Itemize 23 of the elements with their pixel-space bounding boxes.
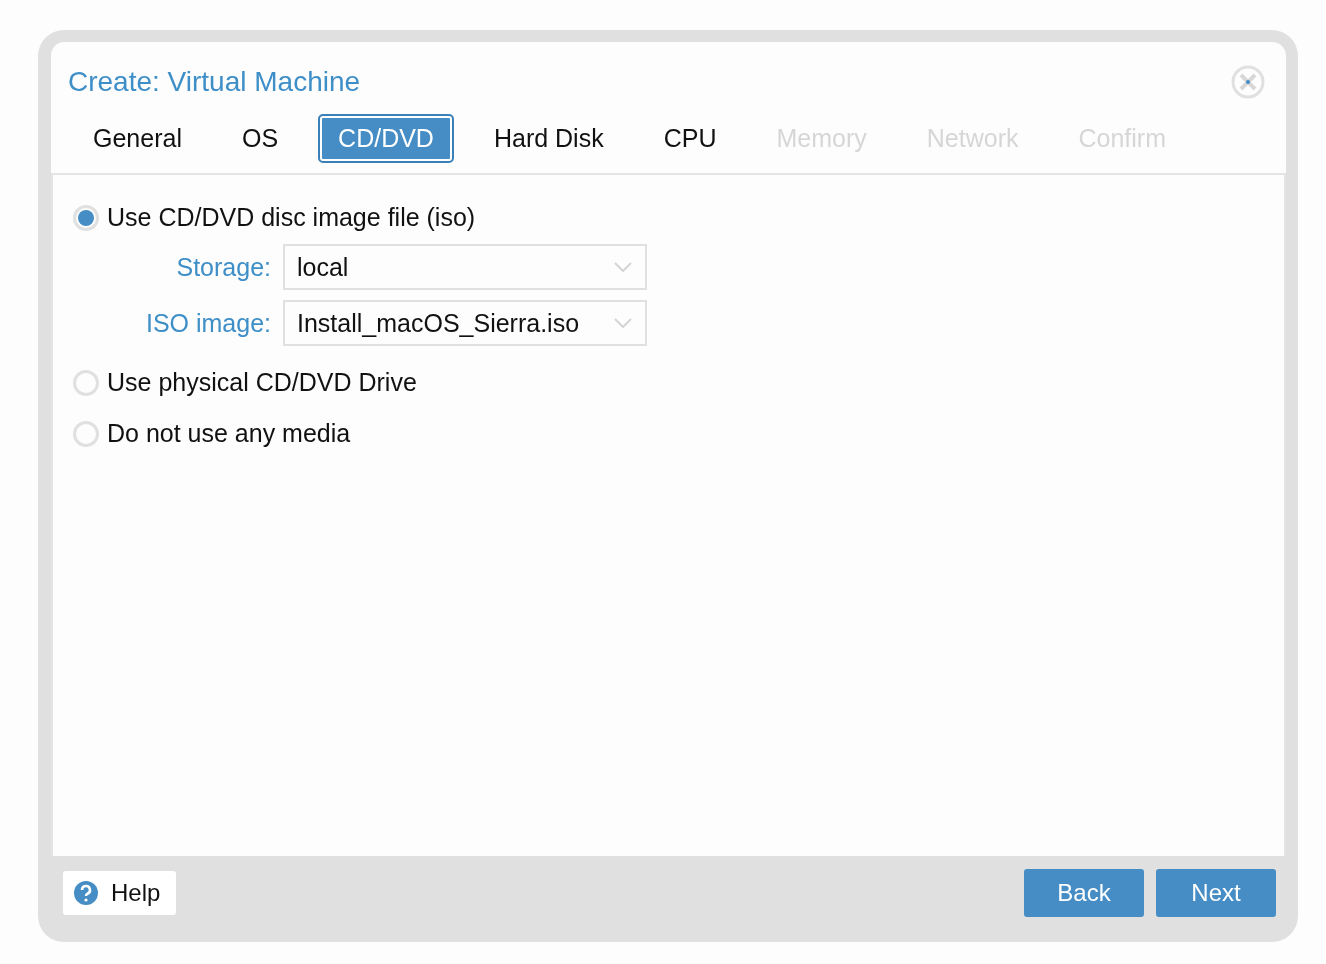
window-title: Create: Virtual Machine bbox=[68, 66, 361, 98]
field-label: ISO image: bbox=[144, 308, 271, 338]
chevron-down-icon bbox=[613, 261, 633, 273]
close-icon[interactable] bbox=[1230, 64, 1266, 100]
tab[interactable]: CPU bbox=[645, 116, 735, 161]
help-icon bbox=[73, 880, 99, 906]
nav-button[interactable]: Back bbox=[1024, 869, 1144, 917]
field-label: Storage: bbox=[175, 252, 271, 282]
tab[interactable]: Hard Disk bbox=[475, 116, 622, 161]
option-label[interactable]: Use physical CD/DVD Drive bbox=[107, 368, 417, 397]
select-field[interactable]: local bbox=[283, 244, 647, 290]
radio-button[interactable] bbox=[73, 204, 99, 231]
option-label[interactable]: Use CD/DVD disc image file (iso) bbox=[107, 203, 476, 232]
select-field[interactable]: Install_macOS_Sierra.iso bbox=[283, 300, 647, 346]
tab[interactable]: OS bbox=[223, 116, 297, 161]
chevron-down-icon bbox=[613, 317, 633, 329]
help-button[interactable]: Help bbox=[63, 871, 177, 915]
tab[interactable]: General bbox=[75, 116, 200, 161]
option-label[interactable]: Do not use any media bbox=[107, 419, 351, 448]
radio-button[interactable] bbox=[73, 369, 99, 396]
nav-button[interactable]: Next bbox=[1156, 869, 1276, 917]
radio-button[interactable] bbox=[73, 420, 99, 447]
tab[interactable]: CD/DVD bbox=[320, 116, 452, 161]
